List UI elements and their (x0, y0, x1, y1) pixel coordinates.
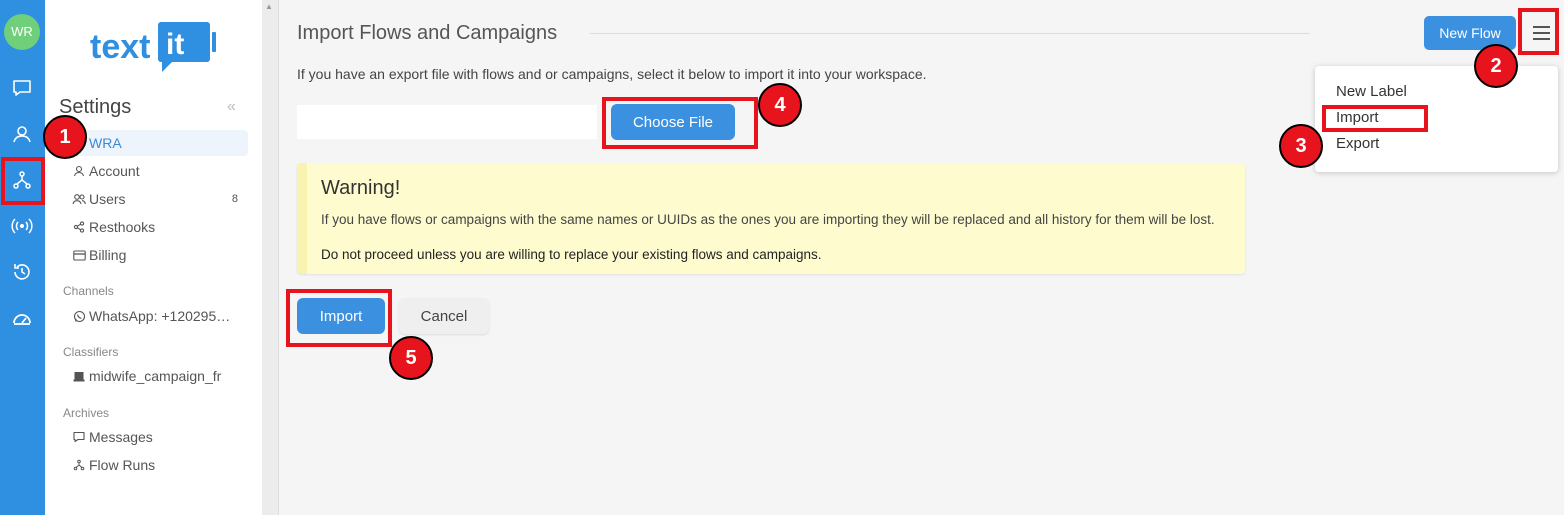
classifier-icon (70, 369, 88, 383)
svg-text:text: text (90, 28, 150, 66)
sidebar-item-messages[interactable]: Messages (63, 424, 248, 450)
sidebar-item-label: Flow Runs (89, 457, 156, 473)
cancel-button[interactable]: Cancel (399, 298, 489, 334)
page-title: Import Flows and Campaigns (297, 22, 558, 44)
divider (278, 0, 279, 515)
sidebar-item-classifier[interactable]: midwife_campaign_fr (63, 363, 248, 389)
choose-file-button[interactable]: Choose File (611, 104, 735, 140)
warning-emphasis: Do not proceed unless you are willing to… (321, 247, 822, 262)
warning-title: Warning! (321, 177, 401, 199)
svg-text:it: it (166, 28, 184, 61)
sidebar-item-label: WRA (89, 135, 122, 151)
step-badge-2: 2 (1474, 44, 1518, 88)
users-count-badge: 8 (231, 193, 238, 205)
options-dropdown: New Label Import Export (1315, 66, 1558, 172)
avatar[interactable]: WR (4, 14, 40, 50)
sidebar-item-flow-runs[interactable]: Flow Runs (63, 452, 248, 478)
users-icon (70, 192, 88, 206)
step-badge-1: 1 (43, 115, 87, 159)
step-badge-5: 5 (389, 336, 433, 380)
sidebar-item-label: midwife_campaign_fr (89, 368, 222, 384)
hamburger-menu-icon[interactable] (1526, 16, 1556, 50)
sidebar-item-resthooks[interactable]: Resthooks (63, 214, 248, 240)
flows-icon[interactable] (11, 169, 33, 191)
warning-text: If you have flows or campaigns with the … (321, 212, 1215, 227)
import-button[interactable]: Import (297, 298, 385, 334)
sidebar-item-label: Account (89, 163, 140, 179)
sidebar-item-label: WhatsApp: +120295… (89, 308, 231, 324)
scroll-up-icon[interactable]: ▲ (265, 2, 273, 11)
sidebar-item-billing[interactable]: Billing (63, 242, 248, 268)
sidebar-item-label: Billing (89, 247, 127, 263)
intro-text: If you have an export file with flows an… (297, 66, 927, 82)
contacts-icon[interactable] (11, 123, 33, 145)
warning-box: Warning! If you have flows or campaigns … (297, 163, 1245, 274)
classifiers-heading: Classifiers (63, 345, 119, 359)
sidebar-scrollbar[interactable]: ▲ (262, 0, 278, 515)
chat-icon[interactable] (11, 77, 33, 99)
collapse-sidebar-icon[interactable]: « (227, 98, 236, 116)
file-name-field[interactable] (297, 105, 597, 139)
history-icon[interactable] (11, 261, 33, 283)
sidebar-item-label: Users (89, 191, 126, 207)
textit-logo: text it (90, 20, 220, 74)
step-badge-3: 3 (1279, 124, 1323, 168)
flow-icon (70, 458, 88, 472)
sidebar-item-whatsapp[interactable]: WhatsApp: +120295… (63, 303, 248, 329)
step-badge-4: 4 (758, 83, 802, 127)
card-icon (70, 248, 88, 262)
sidebar-item-label: Messages (89, 429, 153, 445)
menu-item-new-label[interactable]: New Label (1336, 83, 1407, 100)
message-icon (70, 430, 88, 444)
sidebar-item-users[interactable]: Users 8 (63, 186, 248, 212)
user-icon (70, 164, 88, 178)
menu-item-export[interactable]: Export (1336, 135, 1379, 152)
whatsapp-icon (70, 309, 88, 323)
icon-rail: WR (0, 0, 45, 515)
channels-icon[interactable] (11, 215, 33, 237)
dashboard-icon[interactable] (11, 307, 33, 329)
sidebar-item-workspace[interactable]: WRA (63, 130, 248, 156)
menu-item-import[interactable]: Import (1336, 109, 1379, 126)
title-divider (590, 33, 1310, 34)
share-icon (70, 220, 88, 234)
archives-heading: Archives (63, 406, 110, 420)
channels-heading: Channels (63, 284, 114, 298)
sidebar-item-label: Resthooks (89, 219, 156, 235)
sidebar-item-account[interactable]: Account (63, 158, 248, 184)
